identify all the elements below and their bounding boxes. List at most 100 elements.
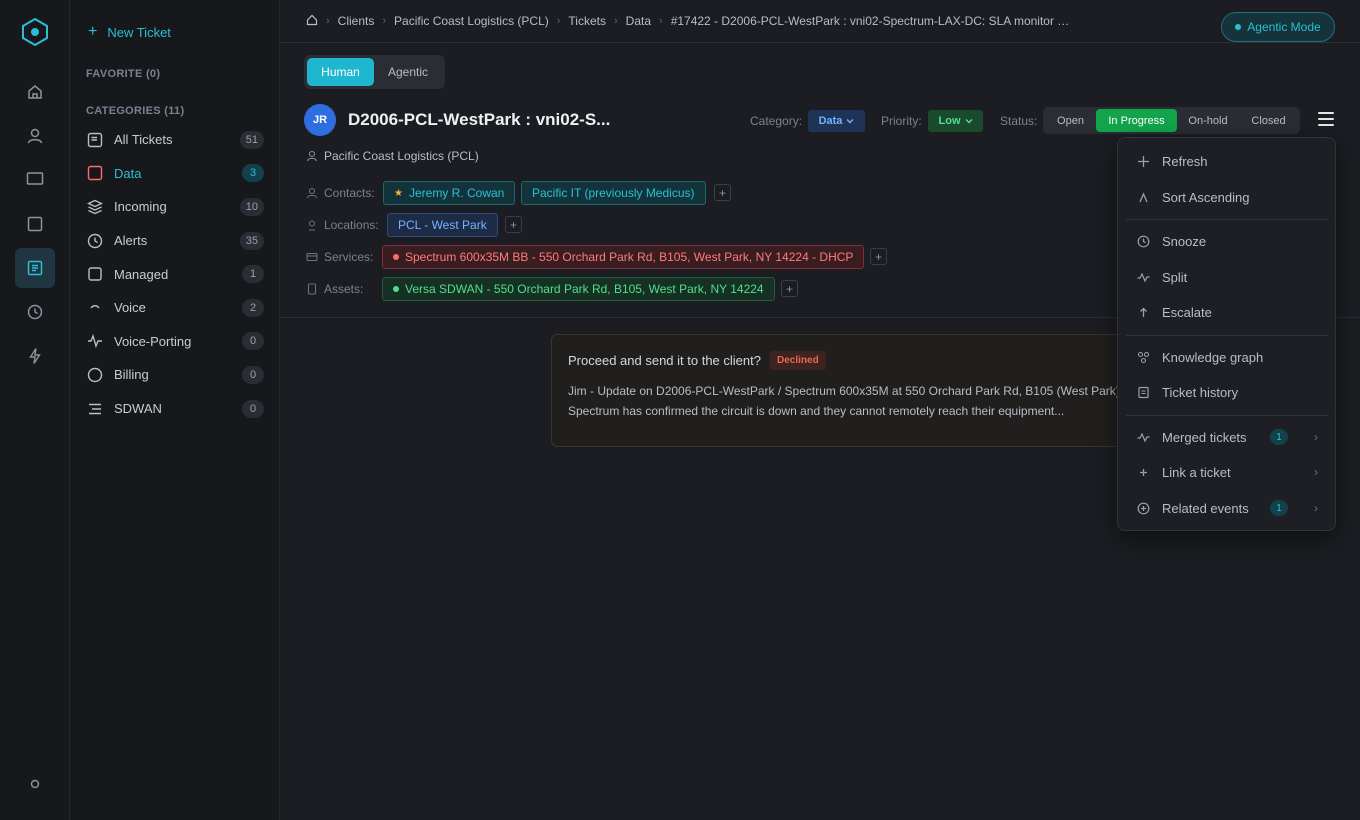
box-icon[interactable]: [15, 204, 55, 244]
add-location-button[interactable]: +: [505, 216, 522, 233]
menu-item-label: Split: [1162, 269, 1188, 285]
mode-human-tab[interactable]: Human: [307, 58, 374, 86]
menu-item-refresh[interactable]: Refresh: [1118, 146, 1337, 176]
breadcrumb-data[interactable]: Data: [626, 14, 651, 28]
menu-item-label: Sort Ascending: [1162, 189, 1250, 205]
locations-row-label: Locations:: [306, 218, 379, 232]
category-dropdown[interactable]: Data: [808, 110, 865, 132]
agentic-mode-button[interactable]: Agentic Mode: [1221, 12, 1335, 42]
history-icon[interactable]: [15, 292, 55, 332]
location-pin-icon: [308, 220, 316, 231]
assets-row-label: Assets:: [306, 282, 363, 296]
breadcrumb-client[interactable]: Pacific Coast Logistics (PCL): [394, 14, 549, 28]
breadcrumb-tickets[interactable]: Tickets: [568, 14, 606, 28]
pulse-icon: [86, 332, 104, 350]
category-alerts[interactable]: Alerts 35: [86, 224, 264, 258]
category-count: 51: [239, 130, 264, 149]
contacts-row-label: Contacts:: [306, 186, 375, 200]
avatar[interactable]: JR: [304, 104, 336, 136]
card-icon: [306, 252, 318, 262]
mode-agentic-tab[interactable]: Agentic: [374, 58, 442, 86]
new-ticket-button[interactable]: + New Ticket: [88, 24, 171, 40]
add-contact-button[interactable]: +: [714, 184, 731, 201]
services-label: Services:: [324, 250, 374, 264]
bolt-icon[interactable]: [15, 336, 55, 376]
home-icon[interactable]: [306, 14, 318, 29]
contact-name: Pacific IT (previously Medicus): [532, 186, 695, 200]
breadcrumb-ticket: #17422 - D2006-PCL-WestPark : vni02-Spec…: [670, 14, 1070, 28]
contact-chip[interactable]: Pacific IT (previously Medicus): [521, 181, 706, 205]
menu-icon[interactable]: [1316, 110, 1336, 128]
new-ticket-label: New Ticket: [107, 24, 171, 40]
star-icon: ★: [394, 187, 403, 199]
client-name[interactable]: Pacific Coast Logistics (PCL): [324, 149, 479, 163]
wave-icon: [86, 299, 104, 317]
plus-icon: [1136, 465, 1150, 479]
user-icon: [306, 187, 318, 199]
menu-item-sort-ascending[interactable]: Sort Ascending: [1118, 182, 1337, 212]
related-count-badge: 1: [1270, 500, 1288, 516]
square-icon: [86, 164, 104, 182]
layers-icon: [86, 198, 104, 216]
plus-circle-icon: [1136, 501, 1150, 515]
arrow-up-icon: [1136, 305, 1150, 319]
square-icon: [86, 265, 104, 283]
asset-chip[interactable]: Versa SDWAN - 550 Orchard Park Rd, B105,…: [382, 277, 775, 301]
ticket-icon: [86, 131, 104, 149]
menu-item-escalate[interactable]: Escalate: [1118, 297, 1337, 327]
status-dot-icon: [1235, 24, 1242, 30]
locations-label: Locations:: [324, 218, 379, 232]
device-icon: [307, 283, 317, 295]
service-chip[interactable]: Spectrum 600x35M BB - 550 Orchard Park R…: [382, 245, 865, 269]
add-service-button[interactable]: +: [870, 248, 887, 265]
category-data[interactable]: Data 3: [86, 157, 264, 191]
menu-item-snooze[interactable]: Snooze: [1118, 226, 1337, 256]
category-sdwan[interactable]: SDWAN 0: [86, 392, 264, 426]
ticket-actions-menu: Refresh Sort Ascending Snooze Split Esca…: [1117, 137, 1336, 531]
category-label: All Tickets: [114, 132, 173, 148]
contact-chip[interactable]: ★ Jeremy R. Cowan: [383, 181, 516, 205]
status-on-hold[interactable]: On-hold: [1177, 109, 1239, 132]
user-icon[interactable]: [15, 116, 55, 156]
menu-item-label: Related events: [1162, 500, 1249, 516]
category-all-tickets[interactable]: All Tickets 51: [86, 123, 264, 157]
tickets-icon[interactable]: [15, 248, 55, 288]
menu-item-label: Link a ticket: [1162, 464, 1231, 480]
menu-item-split[interactable]: Split: [1118, 262, 1337, 292]
services-row-label: Services:: [306, 250, 373, 264]
menu-item-ticket-history[interactable]: Ticket history: [1118, 377, 1337, 407]
menu-divider: [1126, 335, 1329, 336]
status-closed[interactable]: Closed: [1239, 109, 1298, 132]
category-sidebar: + New Ticket FAVORITE (0) CATEGORIES (11…: [70, 0, 280, 820]
menu-item-related-events[interactable]: Related events 1 ›: [1118, 493, 1337, 523]
location-chip[interactable]: PCL - West Park: [387, 213, 498, 237]
menu-item-knowledge-graph[interactable]: Knowledge graph: [1118, 342, 1337, 372]
agent-message-card[interactable]: Proceed and send it to the client? Decli…: [551, 334, 1131, 447]
home-icon[interactable]: [15, 72, 55, 112]
breadcrumb-separator: ›: [659, 15, 663, 27]
contact-name: Jeremy R. Cowan: [408, 186, 505, 200]
settings-dot-icon[interactable]: [15, 764, 55, 804]
monitor-icon[interactable]: [15, 159, 55, 199]
category-voice[interactable]: Voice 2: [86, 291, 264, 325]
menu-item-merged-tickets[interactable]: Merged tickets 1 ›: [1118, 422, 1337, 452]
status-in-progress[interactable]: In Progress: [1096, 109, 1177, 132]
menu-item-link-ticket[interactable]: Link a ticket ›: [1118, 457, 1337, 487]
menu-divider: [1126, 415, 1329, 416]
clock-icon: [86, 232, 104, 250]
favorite-header[interactable]: FAVORITE (0): [86, 68, 160, 80]
mode-toggle: Human Agentic: [304, 55, 445, 89]
chevron-right-icon: ›: [1314, 465, 1318, 479]
category-voice-porting[interactable]: Voice-Porting 0: [86, 325, 264, 359]
category-label: SDWAN: [114, 401, 162, 417]
priority-dropdown[interactable]: Low: [928, 110, 983, 132]
category-managed[interactable]: Managed 1: [86, 257, 264, 291]
add-asset-button[interactable]: +: [781, 280, 798, 297]
message-body: Jim - Update on D2006-PCL-WestPark / Spe…: [568, 384, 1128, 418]
breadcrumb-clients[interactable]: Clients: [338, 14, 375, 28]
status-open[interactable]: Open: [1045, 109, 1096, 132]
asset-name: Versa SDWAN - 550 Orchard Park Rd, B105,…: [405, 282, 764, 296]
category-billing[interactable]: Billing 0: [86, 358, 264, 392]
breadcrumb-separator: ›: [326, 15, 330, 27]
category-incoming[interactable]: Incoming 10: [86, 190, 264, 224]
